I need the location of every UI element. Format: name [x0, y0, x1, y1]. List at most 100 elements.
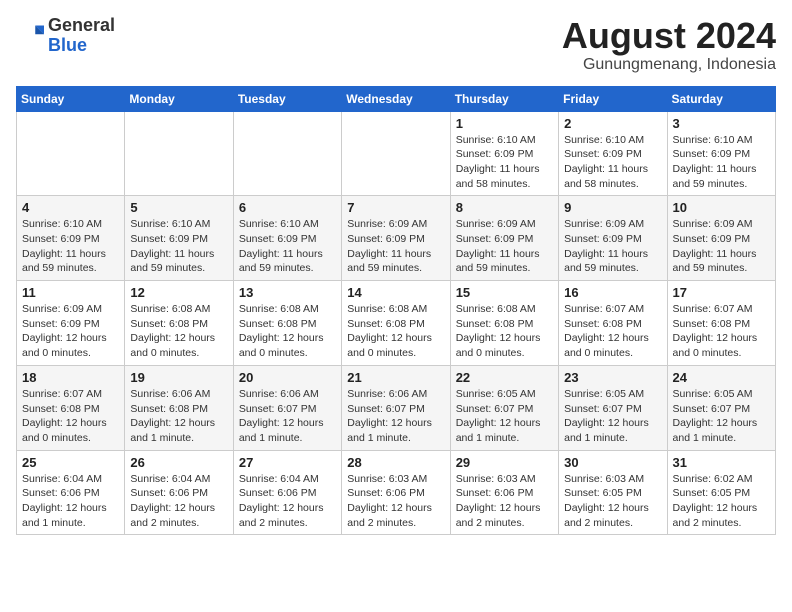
day-cell: 8 Sunrise: 6:09 AM Sunset: 6:09 PM Daylig…: [450, 196, 558, 281]
calendar: SundayMondayTuesdayWednesdayThursdayFrid…: [16, 86, 776, 536]
day-cell: 13 Sunrise: 6:08 AM Sunset: 6:08 PM Dayli…: [233, 281, 341, 366]
day-number: 8: [456, 200, 553, 215]
day-cell: 7 Sunrise: 6:09 AM Sunset: 6:09 PM Daylig…: [342, 196, 450, 281]
day-cell: [125, 111, 233, 196]
day-number: 30: [564, 455, 661, 470]
day-number: 15: [456, 285, 553, 300]
day-number: 25: [22, 455, 119, 470]
logo-blue: Blue: [48, 36, 115, 56]
day-cell: 18 Sunrise: 6:07 AM Sunset: 6:08 PM Dayli…: [17, 365, 125, 450]
day-number: 13: [239, 285, 336, 300]
weekday-header-thursday: Thursday: [450, 86, 558, 111]
week-row-1: 1Sunrise: 6:10 AM Sunset: 6:09 PM Daylig…: [17, 111, 776, 196]
month-year: August 2024: [562, 16, 776, 56]
day-cell: 19 Sunrise: 6:06 AM Sunset: 6:08 PM Dayli…: [125, 365, 233, 450]
day-cell: 23 Sunrise: 6:05 AM Sunset: 6:07 PM Dayli…: [559, 365, 667, 450]
day-cell: 10 Sunrise: 6:09 AM Sunset: 6:09 PM Dayli…: [667, 196, 775, 281]
day-number: 28: [347, 455, 444, 470]
day-info: Sunrise: 6:09 AM Sunset: 6:09 PM Dayligh…: [673, 217, 770, 276]
weekday-header-tuesday: Tuesday: [233, 86, 341, 111]
day-info: Sunrise: 6:09 AM Sunset: 6:09 PM Dayligh…: [22, 302, 119, 361]
day-cell: 28Sunrise: 6:03 AM Sunset: 6:06 PM Dayli…: [342, 450, 450, 535]
weekday-header-sunday: Sunday: [17, 86, 125, 111]
day-number: 18: [22, 370, 119, 385]
weekday-header-saturday: Saturday: [667, 86, 775, 111]
day-number: 23: [564, 370, 661, 385]
day-number: 14: [347, 285, 444, 300]
day-cell: 21 Sunrise: 6:06 AM Sunset: 6:07 PM Dayli…: [342, 365, 450, 450]
day-cell: 15 Sunrise: 6:08 AM Sunset: 6:08 PM Dayli…: [450, 281, 558, 366]
day-info: Sunrise: 6:09 AM Sunset: 6:09 PM Dayligh…: [347, 217, 444, 276]
day-number: 9: [564, 200, 661, 215]
day-info: Sunrise: 6:10 AM Sunset: 6:09 PM Dayligh…: [130, 217, 227, 276]
day-number: 22: [456, 370, 553, 385]
day-info: Sunrise: 6:06 AM Sunset: 6:07 PM Dayligh…: [239, 387, 336, 446]
day-cell: 6Sunrise: 6:10 AM Sunset: 6:09 PM Daylig…: [233, 196, 341, 281]
day-info: Sunrise: 6:10 AM Sunset: 6:09 PM Dayligh…: [564, 133, 661, 192]
title-area: August 2024 Gunungmenang, Indonesia: [562, 16, 776, 74]
day-cell: 1Sunrise: 6:10 AM Sunset: 6:09 PM Daylig…: [450, 111, 558, 196]
day-info: Sunrise: 6:04 AM Sunset: 6:06 PM Dayligh…: [239, 472, 336, 531]
day-cell: 29Sunrise: 6:03 AM Sunset: 6:06 PM Dayli…: [450, 450, 558, 535]
logo: General Blue: [16, 16, 115, 56]
day-number: 24: [673, 370, 770, 385]
week-row-3: 11 Sunrise: 6:09 AM Sunset: 6:09 PM Dayli…: [17, 281, 776, 366]
day-info: Sunrise: 6:03 AM Sunset: 6:06 PM Dayligh…: [456, 472, 553, 531]
day-info: Sunrise: 6:07 AM Sunset: 6:08 PM Dayligh…: [673, 302, 770, 361]
logo-icon: [16, 22, 44, 50]
day-info: Sunrise: 6:06 AM Sunset: 6:07 PM Dayligh…: [347, 387, 444, 446]
day-info: Sunrise: 6:05 AM Sunset: 6:07 PM Dayligh…: [456, 387, 553, 446]
day-info: Sunrise: 6:06 AM Sunset: 6:08 PM Dayligh…: [130, 387, 227, 446]
day-info: Sunrise: 6:08 AM Sunset: 6:08 PM Dayligh…: [456, 302, 553, 361]
day-number: 7: [347, 200, 444, 215]
day-number: 27: [239, 455, 336, 470]
day-cell: 17 Sunrise: 6:07 AM Sunset: 6:08 PM Dayli…: [667, 281, 775, 366]
day-cell: [233, 111, 341, 196]
day-info: Sunrise: 6:10 AM Sunset: 6:09 PM Dayligh…: [673, 133, 770, 192]
day-cell: 11 Sunrise: 6:09 AM Sunset: 6:09 PM Dayli…: [17, 281, 125, 366]
day-number: 3: [673, 116, 770, 131]
weekday-header-wednesday: Wednesday: [342, 86, 450, 111]
day-info: Sunrise: 6:10 AM Sunset: 6:09 PM Dayligh…: [456, 133, 553, 192]
day-number: 2: [564, 116, 661, 131]
day-cell: 9 Sunrise: 6:09 AM Sunset: 6:09 PM Daylig…: [559, 196, 667, 281]
day-cell: 22 Sunrise: 6:05 AM Sunset: 6:07 PM Dayli…: [450, 365, 558, 450]
day-number: 10: [673, 200, 770, 215]
day-cell: [342, 111, 450, 196]
day-info: Sunrise: 6:08 AM Sunset: 6:08 PM Dayligh…: [347, 302, 444, 361]
day-cell: 2 Sunrise: 6:10 AM Sunset: 6:09 PM Daylig…: [559, 111, 667, 196]
day-info: Sunrise: 6:02 AM Sunset: 6:05 PM Dayligh…: [673, 472, 770, 531]
day-cell: 16Sunrise: 6:07 AM Sunset: 6:08 PM Dayli…: [559, 281, 667, 366]
day-number: 21: [347, 370, 444, 385]
day-number: 31: [673, 455, 770, 470]
day-info: Sunrise: 6:04 AM Sunset: 6:06 PM Dayligh…: [130, 472, 227, 531]
day-info: Sunrise: 6:05 AM Sunset: 6:07 PM Dayligh…: [673, 387, 770, 446]
day-cell: 12Sunrise: 6:08 AM Sunset: 6:08 PM Dayli…: [125, 281, 233, 366]
day-cell: 27 Sunrise: 6:04 AM Sunset: 6:06 PM Dayli…: [233, 450, 341, 535]
day-cell: 3 Sunrise: 6:10 AM Sunset: 6:09 PM Daylig…: [667, 111, 775, 196]
day-cell: 31 Sunrise: 6:02 AM Sunset: 6:05 PM Dayli…: [667, 450, 775, 535]
day-cell: 4 Sunrise: 6:10 AM Sunset: 6:09 PM Daylig…: [17, 196, 125, 281]
day-cell: 5 Sunrise: 6:10 AM Sunset: 6:09 PM Daylig…: [125, 196, 233, 281]
day-number: 11: [22, 285, 119, 300]
day-info: Sunrise: 6:10 AM Sunset: 6:09 PM Dayligh…: [22, 217, 119, 276]
day-number: 17: [673, 285, 770, 300]
day-number: 4: [22, 200, 119, 215]
day-info: Sunrise: 6:07 AM Sunset: 6:08 PM Dayligh…: [22, 387, 119, 446]
day-info: Sunrise: 6:08 AM Sunset: 6:08 PM Dayligh…: [239, 302, 336, 361]
day-cell: 25 Sunrise: 6:04 AM Sunset: 6:06 PM Dayli…: [17, 450, 125, 535]
day-info: Sunrise: 6:09 AM Sunset: 6:09 PM Dayligh…: [564, 217, 661, 276]
day-info: Sunrise: 6:04 AM Sunset: 6:06 PM Dayligh…: [22, 472, 119, 531]
day-cell: 20Sunrise: 6:06 AM Sunset: 6:07 PM Dayli…: [233, 365, 341, 450]
day-cell: 14 Sunrise: 6:08 AM Sunset: 6:08 PM Dayli…: [342, 281, 450, 366]
day-info: Sunrise: 6:09 AM Sunset: 6:09 PM Dayligh…: [456, 217, 553, 276]
day-number: 19: [130, 370, 227, 385]
location: Gunungmenang, Indonesia: [562, 56, 776, 74]
day-number: 5: [130, 200, 227, 215]
day-info: Sunrise: 6:05 AM Sunset: 6:07 PM Dayligh…: [564, 387, 661, 446]
header: General Blue August 2024 Gunungmenang, I…: [16, 16, 776, 74]
day-number: 26: [130, 455, 227, 470]
week-row-5: 25 Sunrise: 6:04 AM Sunset: 6:06 PM Dayli…: [17, 450, 776, 535]
day-number: 16: [564, 285, 661, 300]
day-cell: [17, 111, 125, 196]
